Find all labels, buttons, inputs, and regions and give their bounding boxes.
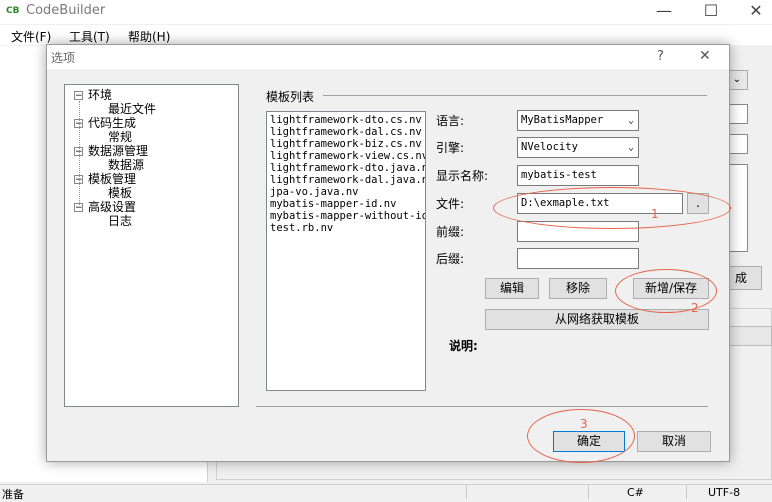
dialog-title: 选项: [51, 51, 76, 65]
annotation-number: 3: [580, 417, 588, 431]
annotation-ellipse-file: [493, 187, 731, 229]
group-divider-bottom: [256, 406, 708, 407]
engine-value: NVelocity: [521, 141, 578, 153]
main-input-2[interactable]: [728, 134, 748, 154]
remove-button[interactable]: 移除: [549, 278, 607, 299]
list-item[interactable]: lightframework-view.cs.nv: [267, 150, 425, 162]
engine-label: 引擎:: [436, 141, 465, 155]
group-divider-top: [323, 95, 707, 96]
language-select[interactable]: MyBatisMapper ⌄: [517, 110, 639, 131]
language-value: MyBatisMapper: [521, 114, 604, 126]
close-window-icon[interactable]: ✕: [746, 2, 766, 20]
minimize-icon[interactable]: —: [654, 2, 674, 20]
suffix-label: 后缀:: [436, 252, 465, 266]
main-field-strip: [728, 326, 772, 346]
status-divider-1: [466, 485, 467, 499]
menu-bar: [0, 25, 772, 45]
status-divider-2: [588, 485, 589, 499]
status-text: 准备: [2, 488, 24, 501]
language-label: 语言:: [436, 114, 465, 128]
tree-node-log[interactable]: 日志: [108, 212, 132, 229]
annotation-number: 2: [691, 301, 699, 315]
chevron-down-icon: ⌄: [627, 142, 634, 153]
options-dialog: 选项 ? ✕ − 环境 最近文件 − 代码生成 常规 − 数据源管理 数据源 −…: [46, 44, 731, 463]
menu-help[interactable]: 帮助(H): [128, 28, 170, 45]
menu-tools[interactable]: 工具(T): [69, 28, 110, 45]
list-item[interactable]: mybatis-mapper-id.nv: [267, 198, 425, 210]
file-label: 文件:: [436, 197, 465, 211]
display-name-input[interactable]: mybatis-test: [517, 165, 639, 186]
main-input-1[interactable]: [728, 104, 748, 124]
collapse-icon[interactable]: −: [74, 91, 83, 101]
list-item[interactable]: lightframework-dal.java.nv: [267, 174, 425, 186]
list-item[interactable]: lightframework-dto.cs.nv: [267, 114, 425, 126]
main-textarea[interactable]: [728, 164, 748, 252]
engine-select[interactable]: NVelocity ⌄: [517, 137, 639, 158]
cancel-button[interactable]: 取消: [637, 431, 711, 452]
description-label: 说明:: [449, 339, 478, 353]
chevron-down-icon: ⌄: [627, 115, 634, 126]
dialog-close-icon[interactable]: ✕: [699, 48, 711, 64]
main-title-bar: CB CodeBuilder — ☐ ✕: [0, 0, 772, 24]
dialog-title-bar: 选项 ? ✕: [47, 45, 729, 69]
maximize-icon[interactable]: ☐: [701, 2, 721, 20]
annotation-ellipse-save: [615, 269, 717, 313]
app-logo-icon: CB: [6, 6, 20, 16]
template-list-items: lightframework-dto.cs.nv lightframework-…: [267, 114, 425, 234]
prefix-label: 前缀:: [436, 225, 465, 239]
status-encoding: UTF-8: [708, 486, 741, 499]
display-name-label: 显示名称:: [436, 169, 489, 183]
list-item[interactable]: lightframework-dto.java.nv: [267, 162, 425, 174]
suffix-input[interactable]: [517, 248, 639, 269]
template-list[interactable]: lightframework-dto.cs.nv lightframework-…: [266, 111, 426, 391]
list-item[interactable]: lightframework-biz.cs.nv: [267, 138, 425, 150]
status-language: C#: [627, 486, 644, 499]
annotation-number: 1: [651, 207, 659, 221]
list-item[interactable]: test.rb.nv: [267, 222, 425, 234]
list-item[interactable]: mybatis-mapper-without-id.: [267, 210, 425, 222]
menu-file[interactable]: 文件(F): [11, 28, 51, 45]
help-icon[interactable]: ?: [657, 49, 664, 64]
status-divider-3: [686, 485, 687, 499]
template-list-label: 模板列表: [266, 90, 315, 104]
edit-button[interactable]: 编辑: [485, 278, 539, 299]
list-item[interactable]: lightframework-dal.cs.nv: [267, 126, 425, 138]
list-item[interactable]: jpa-vo.java.nv: [267, 186, 425, 198]
options-tree[interactable]: − 环境 最近文件 − 代码生成 常规 − 数据源管理 数据源 − 模板管理 模…: [64, 84, 239, 407]
app-title: CodeBuilder: [26, 3, 106, 18]
tree-connector: [79, 101, 80, 205]
status-bar: 准备 C# UTF-8: [0, 484, 772, 501]
